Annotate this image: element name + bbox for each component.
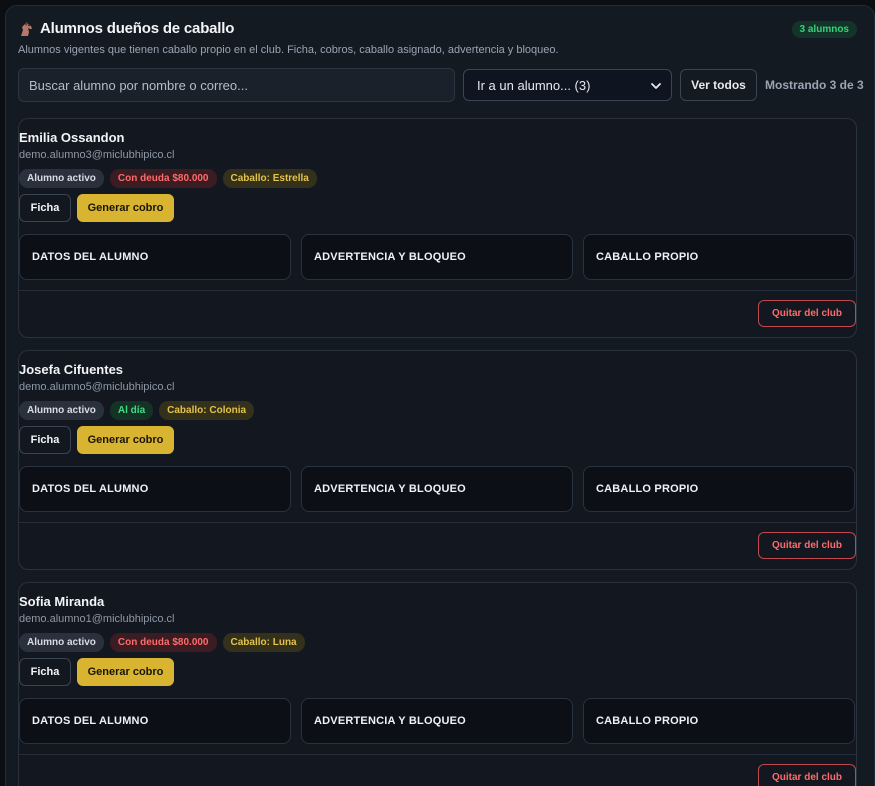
showing-count: Mostrando 3 de 3 [765,78,864,92]
student-tags: Alumno activo Con deuda $80.000 Caballo:… [19,169,317,188]
title-row: Alumnos dueños de caballo [18,20,857,37]
card-divider [19,290,856,291]
student-name: Emilia Ossandon [19,130,125,145]
horse-icon [18,21,34,37]
page-header: Alumnos dueños de caballo 3 alumnos Alum… [18,20,857,56]
chevron-down-icon [651,83,661,89]
section-caballo-propio[interactable]: CABALLO PROPIO [583,698,855,744]
student-tags: Alumno activo Con deuda $80.000 Caballo:… [19,633,305,652]
payment-badge: Al día [109,401,154,420]
section-advertencia-bloqueo[interactable]: ADVERTENCIA Y BLOQUEO [301,234,573,280]
view-all-button[interactable]: Ver todos [680,69,757,101]
quitar-del-club-button[interactable]: Quitar del club [758,532,856,559]
section-advertencia-bloqueo[interactable]: ADVERTENCIA Y BLOQUEO [301,466,573,512]
student-card: Emilia Ossandon demo.alumno3@miclubhipic… [18,118,857,338]
student-email: demo.alumno3@miclubhipico.cl [19,149,175,161]
card-sections: DATOS DEL ALUMNO ADVERTENCIA Y BLOQUEO C… [19,698,858,744]
count-badge: 3 alumnos [791,21,857,38]
student-email: demo.alumno5@miclubhipico.cl [19,381,175,393]
quitar-del-club-button[interactable]: Quitar del club [758,300,856,327]
section-datos-alumno[interactable]: DATOS DEL ALUMNO [19,698,291,744]
ficha-button[interactable]: Ficha [19,426,71,454]
page-subtitle: Alumnos vigentes que tienen caballo prop… [18,44,559,56]
horse-badge: Caballo: Colonia [159,401,255,420]
card-divider [19,754,856,755]
generar-cobro-button[interactable]: Generar cobro [77,194,174,222]
student-card: Josefa Cifuentes demo.alumno5@miclubhipi… [18,350,857,570]
horse-badge: Caballo: Estrella [222,169,317,188]
card-actions: Ficha Generar cobro [19,194,174,222]
student-tags: Alumno activo Al día Caballo: Colonia [19,401,255,420]
card-actions: Ficha Generar cobro [19,658,174,686]
card-sections: DATOS DEL ALUMNO ADVERTENCIA Y BLOQUEO C… [19,234,858,280]
student-name: Sofia Miranda [19,594,105,609]
payment-badge: Con deuda $80.000 [109,633,217,652]
horse-badge: Caballo: Luna [222,633,305,652]
student-email: demo.alumno1@miclubhipico.cl [19,613,175,625]
card-divider [19,522,856,523]
card-actions: Ficha Generar cobro [19,426,174,454]
search-input[interactable] [18,68,455,102]
status-badge: Alumno activo [19,401,104,420]
ficha-button[interactable]: Ficha [19,658,71,686]
status-badge: Alumno activo [19,633,104,652]
quitar-del-club-button[interactable]: Quitar del club [758,764,856,786]
select-value: Ir a un alumno... (3) [477,77,591,93]
section-datos-alumno[interactable]: DATOS DEL ALUMNO [19,466,291,512]
page-title: Alumnos dueños de caballo [40,20,235,37]
student-name: Josefa Cifuentes [19,362,124,377]
generar-cobro-button[interactable]: Generar cobro [77,426,174,454]
student-jump-select[interactable]: Ir a un alumno... (3) [463,69,672,101]
student-card: Sofia Miranda demo.alumno1@miclubhipico.… [18,582,857,786]
toolbar: Ir a un alumno... (3) Ver todos Mostrand… [18,68,864,102]
generar-cobro-button[interactable]: Generar cobro [77,658,174,686]
section-caballo-propio[interactable]: CABALLO PROPIO [583,234,855,280]
card-sections: DATOS DEL ALUMNO ADVERTENCIA Y BLOQUEO C… [19,466,858,512]
section-caballo-propio[interactable]: CABALLO PROPIO [583,466,855,512]
status-badge: Alumno activo [19,169,104,188]
section-advertencia-bloqueo[interactable]: ADVERTENCIA Y BLOQUEO [301,698,573,744]
payment-badge: Con deuda $80.000 [109,169,217,188]
section-datos-alumno[interactable]: DATOS DEL ALUMNO [19,234,291,280]
ficha-button[interactable]: Ficha [19,194,71,222]
